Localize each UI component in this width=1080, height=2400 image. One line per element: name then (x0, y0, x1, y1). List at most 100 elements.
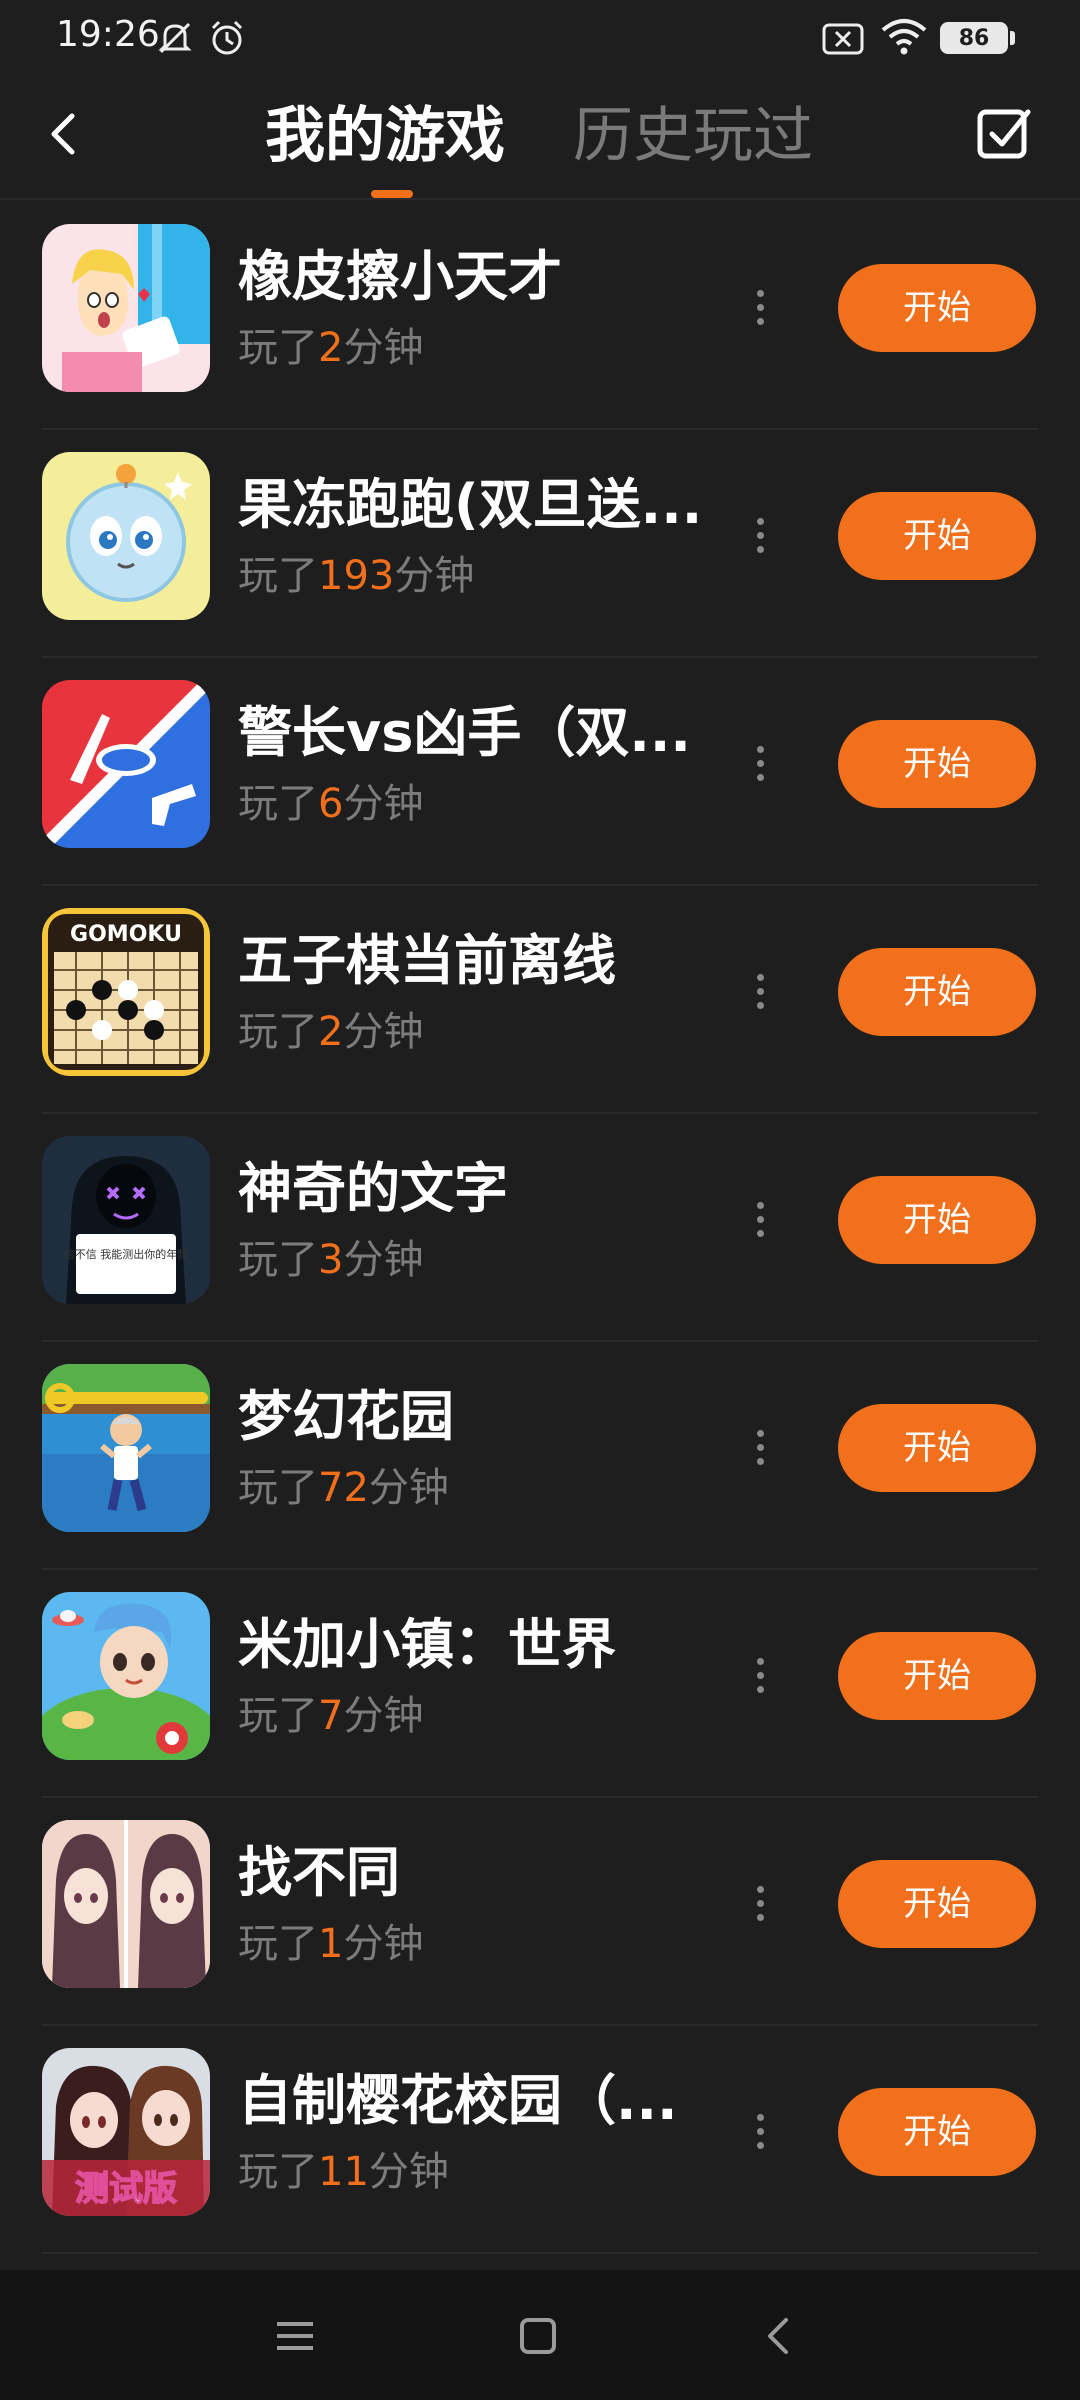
start-button[interactable]: 开始 (838, 948, 1036, 1036)
played-suffix: 分钟 (343, 781, 424, 827)
played-prefix: 玩了 (238, 1009, 318, 1055)
checkbox-icon (977, 109, 1031, 159)
alarm-clock-icon (207, 18, 247, 62)
game-icon-eraser[interactable] (42, 224, 210, 392)
start-button[interactable]: 开始 (838, 264, 1036, 352)
played-minutes: 7 (318, 1693, 344, 1739)
game-playtime: 玩了11分钟 (238, 2144, 449, 2200)
start-button[interactable]: 开始 (838, 1860, 1036, 1948)
game-row[interactable]: 警长vs凶手（双... 玩了6分钟 开始 (0, 658, 1080, 886)
played-prefix: 玩了 (238, 781, 318, 827)
chevron-left-icon (51, 113, 75, 155)
game-title: 米加小镇：世界 (238, 1613, 616, 1676)
played-suffix: 分钟 (343, 1921, 424, 1967)
system-nav-bar (0, 2270, 1080, 2400)
game-row[interactable]: 果冻跑跑(双旦送... 玩了193分钟 开始 (0, 430, 1080, 658)
mute-bell-icon (155, 18, 195, 62)
more-options-icon[interactable] (744, 286, 776, 334)
game-icon-miga-town[interactable] (42, 1592, 210, 1760)
game-title: 找不同 (238, 1841, 400, 1904)
status-bar: 19:26 86 (0, 0, 1080, 78)
played-suffix: 分钟 (394, 553, 475, 599)
played-minutes: 3 (318, 1237, 344, 1283)
header: 我的游戏 历史玩过 (0, 78, 1080, 200)
no-sim-icon (822, 22, 864, 60)
start-button[interactable]: 开始 (838, 1404, 1036, 1492)
game-row[interactable]: 信不信 我能测出你的年龄 神奇的文字 玩了3分钟 开始 (0, 1114, 1080, 1342)
played-minutes: 2 (318, 325, 344, 371)
gomoku-logo-text: GOMOKU (70, 922, 182, 947)
played-prefix: 玩了 (238, 1465, 318, 1511)
game-title: 警长vs凶手（双... (238, 701, 691, 764)
game-row[interactable]: 测试版 自制樱花校园（... 玩了11分钟 开始 (0, 2026, 1080, 2254)
more-options-icon[interactable] (744, 1654, 776, 1702)
more-options-icon[interactable] (744, 1198, 776, 1246)
played-minutes: 6 (318, 781, 344, 827)
menu-icon[interactable] (265, 2306, 325, 2366)
start-button[interactable]: 开始 (838, 1176, 1036, 1264)
game-list: 橡皮擦小天才 玩了2分钟 开始 果冻跑跑(双旦送... 玩了193分钟 开始 警… (0, 202, 1080, 2254)
start-button[interactable]: 开始 (838, 720, 1036, 808)
tab-my-games[interactable]: 我的游戏 (265, 96, 505, 176)
played-suffix: 分钟 (343, 1237, 424, 1283)
game-playtime: 玩了72分钟 (238, 1460, 449, 1516)
game-icon-spot-difference[interactable] (42, 1820, 210, 1988)
played-prefix: 玩了 (238, 1921, 318, 1967)
played-prefix: 玩了 (238, 325, 318, 371)
status-time: 19:26 (56, 14, 160, 55)
game-row[interactable]: 梦幻花园 玩了72分钟 开始 (0, 1342, 1080, 1570)
back-button[interactable] (34, 102, 94, 166)
played-minutes: 2 (318, 1009, 344, 1055)
game-icon-sheriff-vs-murderer[interactable] (42, 680, 210, 848)
played-minutes: 72 (318, 1465, 369, 1511)
start-button[interactable]: 开始 (838, 1632, 1036, 1720)
game-row[interactable]: 米加小镇：世界 玩了7分钟 开始 (0, 1570, 1080, 1798)
magic-text-card-text: 信不信 我能测出你的年龄 (64, 1247, 189, 1261)
home-square-icon[interactable] (508, 2306, 568, 2366)
game-row[interactable]: GOMOKU 五子棋当前离线 玩了2分钟 开始 (0, 886, 1080, 1114)
game-row[interactable]: 找不同 玩了1分钟 开始 (0, 1798, 1080, 2026)
more-options-icon[interactable] (744, 970, 776, 1018)
game-title: 梦幻花园 (238, 1385, 454, 1448)
row-divider (42, 2252, 1038, 2254)
game-playtime: 玩了193分钟 (238, 548, 474, 604)
game-icon-sakura-school[interactable]: 测试版 (42, 2048, 210, 2216)
played-suffix: 分钟 (368, 1465, 449, 1511)
more-options-icon[interactable] (744, 514, 776, 562)
played-minutes: 193 (318, 553, 395, 599)
battery-nub (1010, 31, 1015, 45)
played-minutes: 11 (318, 2149, 369, 2195)
more-options-icon[interactable] (744, 1426, 776, 1474)
start-button[interactable]: 开始 (838, 2088, 1036, 2176)
back-triangle-icon[interactable] (750, 2306, 810, 2366)
played-suffix: 分钟 (343, 325, 424, 371)
more-options-icon[interactable] (744, 2110, 776, 2158)
game-playtime: 玩了2分钟 (238, 320, 423, 376)
manage-button[interactable] (972, 102, 1036, 166)
played-prefix: 玩了 (238, 2149, 318, 2195)
played-prefix: 玩了 (238, 1693, 318, 1739)
played-suffix: 分钟 (343, 1009, 424, 1055)
game-playtime: 玩了2分钟 (238, 1004, 423, 1060)
game-title: 果冻跑跑(双旦送... (238, 473, 703, 536)
game-icon-gomoku[interactable]: GOMOKU (42, 908, 210, 1076)
game-icon-dream-garden[interactable] (42, 1364, 210, 1532)
tab-history[interactable]: 历史玩过 (573, 96, 813, 176)
game-icon-jelly-run[interactable] (42, 452, 210, 620)
test-version-badge: 测试版 (75, 2169, 177, 2209)
played-prefix: 玩了 (238, 1237, 318, 1283)
more-options-icon[interactable] (744, 1882, 776, 1930)
start-button[interactable]: 开始 (838, 492, 1036, 580)
game-title: 五子棋当前离线 (238, 929, 616, 992)
game-title: 橡皮擦小天才 (238, 245, 562, 308)
played-suffix: 分钟 (343, 1693, 424, 1739)
more-options-icon[interactable] (744, 742, 776, 790)
played-prefix: 玩了 (238, 553, 318, 599)
screen: 19:26 86 我的游戏 历史玩过 橡皮擦小天才 玩了2分钟 开始 果冻跑跑(… (0, 0, 1080, 2400)
game-icon-magic-text[interactable]: 信不信 我能测出你的年龄 (42, 1136, 210, 1304)
game-row[interactable]: 橡皮擦小天才 玩了2分钟 开始 (0, 202, 1080, 430)
game-title: 神奇的文字 (238, 1157, 508, 1220)
game-title: 自制樱花校园（... (238, 2069, 678, 2132)
played-suffix: 分钟 (368, 2149, 449, 2195)
battery-icon: 86 (940, 22, 1008, 54)
